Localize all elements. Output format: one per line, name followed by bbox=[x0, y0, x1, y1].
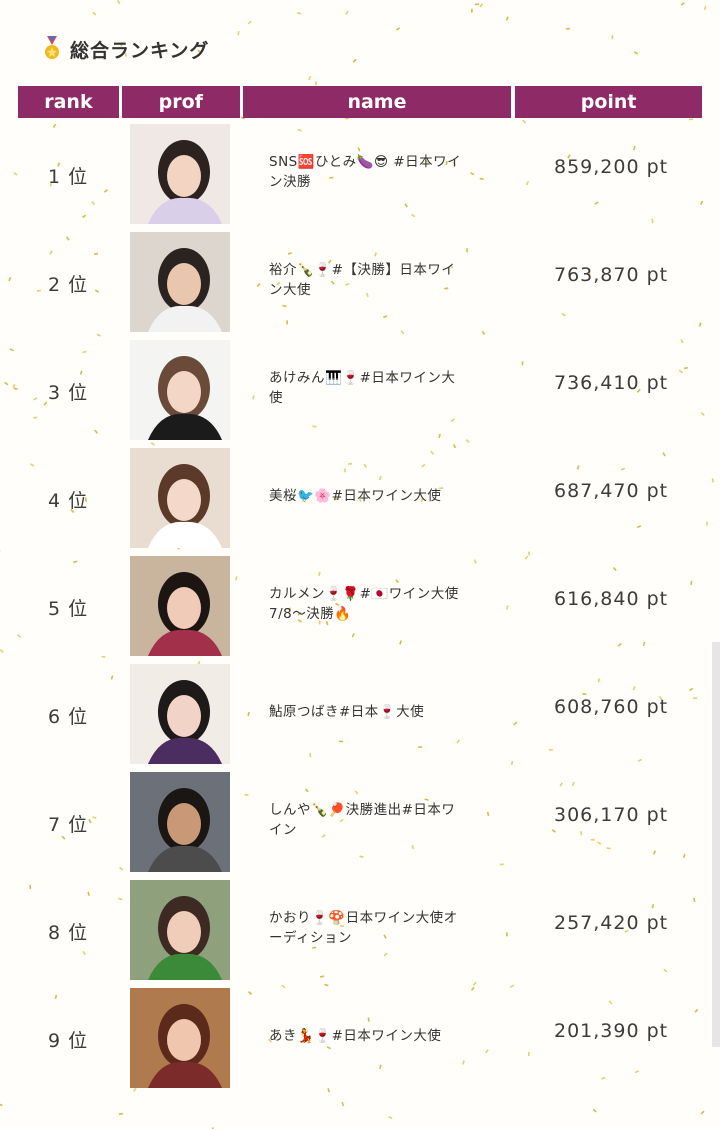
header-rank: rank bbox=[18, 86, 119, 118]
point-cell: 608,760 pt bbox=[554, 696, 669, 718]
name-line: 使 bbox=[269, 390, 283, 406]
rank-cell: 6 位 bbox=[48, 706, 89, 728]
profile-photo[interactable] bbox=[130, 772, 230, 872]
name-cell[interactable]: かおり🍷🍄日本ワイン大使オ ーディション bbox=[269, 908, 479, 948]
profile-photo[interactable] bbox=[130, 556, 230, 656]
name-line: 美桜🐦🌸#日本ワイン大使 bbox=[269, 488, 442, 504]
point-cell: 306,170 pt bbox=[554, 804, 669, 826]
profile-photo[interactable] bbox=[130, 664, 230, 764]
profile-photo[interactable] bbox=[130, 340, 230, 440]
name-line: あけみん🎹🍷#日本ワイン大 bbox=[269, 370, 456, 386]
name-line: 鮎原つばき#日本🍷大使 bbox=[269, 704, 425, 720]
table-row[interactable]: 2 位 裕介🍾🍷#【決勝】日本ワイ ン大使 763,870 pt bbox=[18, 232, 702, 332]
header-name: name bbox=[242, 86, 512, 118]
rank-cell: 3 位 bbox=[48, 382, 89, 404]
table-row[interactable]: 1 位 SNS🆘ひとみ🍆😎 #日本ワイ ン決勝 859,200 pt bbox=[18, 124, 702, 224]
table-row[interactable]: 4 位 美桜🐦🌸#日本ワイン大使 687,470 pt bbox=[18, 448, 702, 548]
rank-cell: 1 位 bbox=[48, 166, 89, 188]
table-row[interactable]: 8 位 かおり🍷🍄日本ワイン大使オ ーディション 257,420 pt bbox=[18, 880, 702, 980]
name-line: ン決勝 bbox=[269, 174, 311, 190]
table-row[interactable]: 7 位 しんや🍾🏓決勝進出#日本ワ イン 306,170 pt bbox=[18, 772, 702, 872]
name-line: ーディション bbox=[269, 930, 353, 946]
scrollbar[interactable] bbox=[712, 642, 720, 1047]
rank-cell: 9 位 bbox=[48, 1030, 89, 1052]
rank-cell: 2 位 bbox=[48, 274, 89, 296]
profile-photo[interactable] bbox=[130, 124, 230, 224]
point-cell: 201,390 pt bbox=[554, 1020, 669, 1042]
name-line: 裕介🍾🍷#【決勝】日本ワイ bbox=[269, 262, 456, 278]
name-line: イン bbox=[269, 822, 297, 838]
name-cell[interactable]: あけみん🎹🍷#日本ワイン大使 bbox=[269, 368, 479, 408]
rank-cell: 4 位 bbox=[48, 490, 89, 512]
point-cell: 736,410 pt bbox=[554, 372, 669, 394]
header-point: point bbox=[515, 86, 702, 118]
rank-cell: 7 位 bbox=[48, 814, 89, 836]
medal-icon bbox=[42, 36, 62, 62]
rank-cell: 8 位 bbox=[48, 922, 89, 944]
point-cell: 257,420 pt bbox=[554, 912, 669, 934]
name-cell[interactable]: しんや🍾🏓決勝進出#日本ワ イン bbox=[269, 800, 479, 840]
name-cell[interactable]: 美桜🐦🌸#日本ワイン大使 bbox=[269, 486, 479, 506]
name-line: SNS🆘ひとみ🍆😎 #日本ワイ bbox=[269, 154, 462, 170]
page-title: 総合ランキング bbox=[70, 39, 210, 62]
profile-photo[interactable] bbox=[130, 232, 230, 332]
point-cell: 763,870 pt bbox=[554, 264, 669, 286]
table-row[interactable]: 5 位 カルメン🍷🌹#🇯🇵ワイン大使 7/8～決勝🔥 616,840 pt bbox=[18, 556, 702, 656]
name-cell[interactable]: SNS🆘ひとみ🍆😎 #日本ワイ ン決勝 bbox=[269, 152, 479, 192]
table-row[interactable]: 9 位 あき💃🍷#日本ワイン大使 201,390 pt bbox=[18, 988, 702, 1088]
name-line: あき💃🍷#日本ワイン大使 bbox=[269, 1028, 442, 1044]
point-cell: 616,840 pt bbox=[554, 588, 669, 610]
name-line: カルメン🍷🌹#🇯🇵ワイン大使 bbox=[269, 586, 459, 602]
point-cell: 687,470 pt bbox=[554, 480, 669, 502]
table-header: rank prof name point bbox=[18, 86, 702, 118]
name-line: 7/8～決勝🔥 bbox=[269, 606, 352, 622]
ranking-title: 総合ランキング bbox=[42, 34, 209, 64]
table-row[interactable]: 3 位 あけみん🎹🍷#日本ワイン大使 736,410 pt bbox=[18, 340, 702, 440]
name-cell[interactable]: 鮎原つばき#日本🍷大使 bbox=[269, 702, 479, 722]
name-line: ン大使 bbox=[269, 282, 311, 298]
name-line: かおり🍷🍄日本ワイン大使オ bbox=[269, 910, 458, 926]
table-row[interactable]: 6 位 鮎原つばき#日本🍷大使 608,760 pt bbox=[18, 664, 702, 764]
point-cell: 859,200 pt bbox=[554, 156, 669, 178]
name-line: しんや🍾🏓決勝進出#日本ワ bbox=[269, 802, 456, 818]
name-cell[interactable]: 裕介🍾🍷#【決勝】日本ワイ ン大使 bbox=[269, 260, 479, 300]
profile-photo[interactable] bbox=[130, 448, 230, 548]
ranking-table: rank prof name point 1 位 SNS🆘ひとみ🍆😎 #日本ワイン… bbox=[18, 86, 702, 1088]
name-cell[interactable]: カルメン🍷🌹#🇯🇵ワイン大使 7/8～決勝🔥 bbox=[269, 584, 479, 624]
rank-cell: 5 位 bbox=[48, 598, 89, 620]
name-cell[interactable]: あき💃🍷#日本ワイン大使 bbox=[269, 1026, 479, 1046]
profile-photo[interactable] bbox=[130, 880, 230, 980]
profile-photo[interactable] bbox=[130, 988, 230, 1088]
header-prof: prof bbox=[121, 86, 240, 118]
